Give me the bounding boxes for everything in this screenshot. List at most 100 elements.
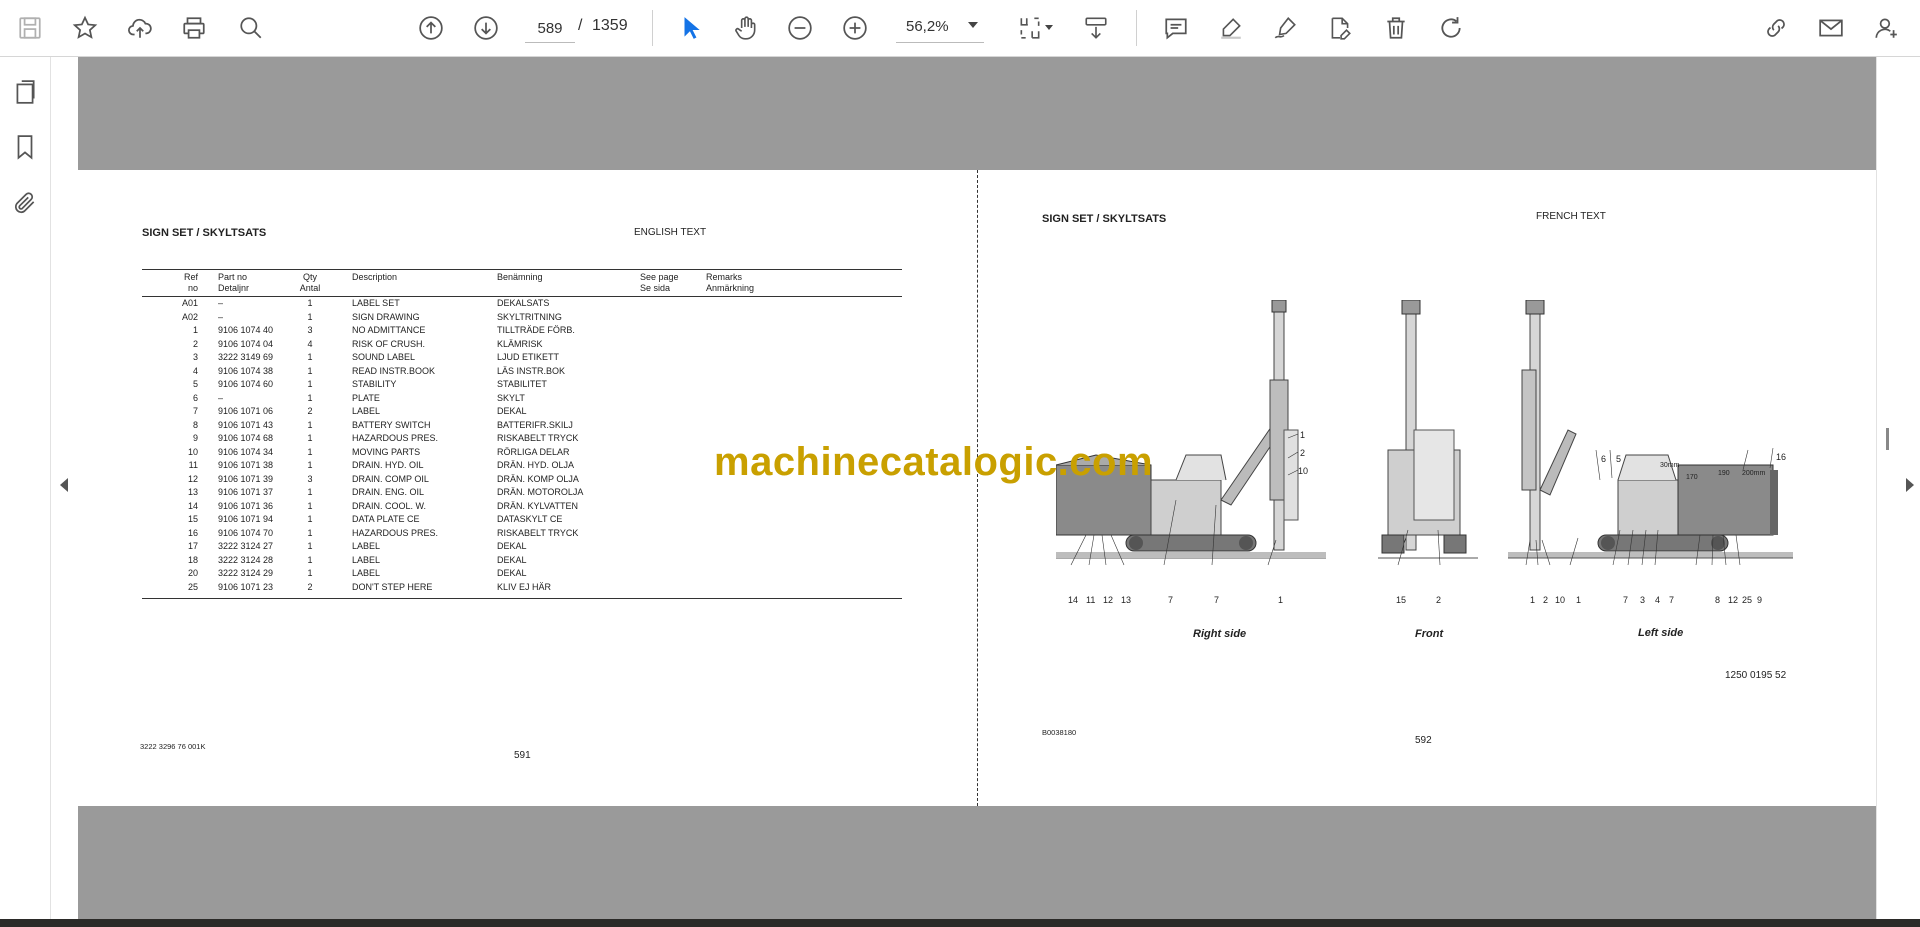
cell-desc: DRAIN. HYD. OIL [352, 460, 424, 470]
cell-ref: A02 [181, 311, 198, 322]
callout-label: 2 [1300, 448, 1306, 458]
cell-part: 9106 1071 38 [218, 460, 274, 470]
cell-qty: 4 [307, 338, 313, 349]
trash-icon[interactable] [1378, 10, 1414, 46]
draw-pen-icon[interactable] [1267, 10, 1303, 46]
cell-desc: SIGN DRAWING [352, 311, 420, 322]
next-page-icon[interactable] [468, 10, 504, 46]
save-icon[interactable] [12, 10, 48, 46]
table-row: 8 9106 1071 43 1 BATTERY SWITCH BATTERIFR.SK… [142, 419, 902, 433]
highlight-icon[interactable] [1213, 10, 1249, 46]
page-separator: / [578, 17, 583, 34]
previous-page-icon[interactable] [413, 10, 449, 46]
cell-part: 3222 3124 29 [218, 568, 274, 578]
header-remarks: Remarks Anmärkning [706, 272, 755, 293]
chevron-down-icon[interactable] [1045, 25, 1053, 30]
callout-label: 12 [1103, 595, 1114, 605]
page-number-input[interactable] [525, 14, 575, 43]
callout-label: 16 [1776, 452, 1787, 462]
cell-ref: 14 [187, 500, 198, 511]
callout-label: 15 [1396, 595, 1407, 605]
callout-label: 25 [1742, 595, 1753, 605]
cell-part: 3222 3149 69 [218, 352, 274, 362]
cell-part: 9106 1071 37 [218, 487, 274, 497]
upload-cloud-icon[interactable] [122, 10, 158, 46]
zoom-in-icon[interactable] [837, 10, 873, 46]
right-page-number: 592 [1415, 735, 1432, 746]
page-fit-icon[interactable] [1012, 10, 1048, 46]
cell-ben: DEKAL [497, 541, 527, 551]
cell-qty: 1 [307, 460, 313, 470]
table-row: 6 – 1 PLATE SKYLT [142, 392, 902, 406]
cell-desc: DRAIN. ENG. OIL [352, 487, 425, 497]
callout-label: 30mm [1660, 462, 1680, 469]
account-icon[interactable] [1868, 10, 1904, 46]
cell-desc: NO ADMITTANCE [352, 325, 426, 335]
table-row: 16 9106 1074 70 1 HAZARDOUS PRES. RISKABELT … [142, 527, 902, 541]
machine-left-side-drawing [1508, 300, 1793, 566]
rotate-icon[interactable] [1433, 10, 1469, 46]
cell-ben: DRÄN. HYD. OLJA [497, 460, 575, 470]
cell-qty: 1 [307, 500, 313, 511]
callout-label: 5 [1616, 454, 1622, 464]
zoom-select[interactable]: 56,2% [896, 14, 984, 43]
cell-ref: 5 [192, 379, 198, 389]
cell-part: 9106 1074 70 [218, 527, 274, 538]
left-navigation-panel [0, 57, 51, 919]
page-thumbnails-icon[interactable] [8, 75, 42, 109]
cell-ref: 20 [187, 568, 198, 578]
table-row: 15 9106 1071 94 1 DATA PLATE CE DATASKYLT CE [142, 513, 902, 527]
cell-qty: 1 [307, 527, 313, 538]
cell-desc: HAZARDOUS PRES. [352, 433, 439, 443]
toolbar-divider [1136, 10, 1137, 46]
comment-icon[interactable] [1158, 10, 1194, 46]
callout-label: 1 [1576, 595, 1582, 605]
cell-desc: READ INSTR.BOOK [352, 365, 436, 376]
star-icon[interactable] [67, 10, 103, 46]
hand-tool-icon[interactable] [728, 10, 764, 46]
print-icon[interactable] [176, 10, 212, 46]
cell-ben: RISKABELT TRYCK [497, 433, 579, 443]
cell-ref: 7 [192, 406, 198, 416]
cell-part: 9106 1071 43 [218, 419, 274, 430]
header-see-page: See page Se sida [640, 272, 679, 293]
cell-desc: LABEL [352, 406, 381, 416]
watermark: machinecatalogic.com [714, 440, 1154, 484]
cell-qty: 1 [307, 392, 313, 403]
cell-ben: DRÄN. KOMP OLJA [497, 473, 579, 484]
callout-label: 9 [1757, 595, 1763, 605]
cell-part: – [218, 311, 224, 322]
cell-ref: 12 [187, 473, 198, 484]
scrollbar-thumb[interactable] [1886, 428, 1889, 450]
share-link-icon[interactable] [1758, 10, 1794, 46]
email-icon[interactable] [1813, 10, 1849, 46]
callout-label: 170 [1686, 474, 1698, 481]
expand-right-panel-icon[interactable] [1906, 478, 1914, 492]
callout-label: 7 [1214, 595, 1220, 605]
header-benamning: Benämning [497, 272, 543, 282]
cell-qty: 3 [307, 473, 313, 484]
caption-right-side: Right side [1193, 628, 1247, 640]
scroll-mode-icon[interactable] [1078, 10, 1114, 46]
cell-desc: RISK OF CRUSH. [352, 338, 426, 349]
cell-desc: DRAIN. COMP OIL [352, 473, 429, 484]
callout-label: 13 [1121, 595, 1132, 605]
callout-label: 1 [1530, 595, 1536, 605]
cell-ben: BATTERIFR.SKILJ [497, 419, 573, 430]
bookmark-icon[interactable] [8, 130, 42, 164]
zoom-search-icon[interactable] [233, 10, 269, 46]
attachment-icon[interactable] [8, 186, 42, 220]
toolbar-divider [652, 10, 653, 46]
page-divider [977, 170, 978, 806]
select-cursor-icon[interactable] [673, 10, 709, 46]
collapse-left-panel-icon[interactable] [60, 478, 68, 492]
zoom-out-icon[interactable] [782, 10, 818, 46]
chevron-down-icon [968, 22, 978, 28]
cell-ben: STABILITET [497, 379, 547, 389]
cell-ben: SKYLT [497, 392, 525, 403]
cell-qty: 1 [307, 541, 313, 551]
edit-text-icon[interactable] [1322, 10, 1358, 46]
cell-qty: 1 [307, 433, 313, 443]
cell-ben: RÖRLIGA DELAR [497, 446, 570, 457]
left-doc-code: 3222 3296 76 001K [140, 742, 206, 751]
